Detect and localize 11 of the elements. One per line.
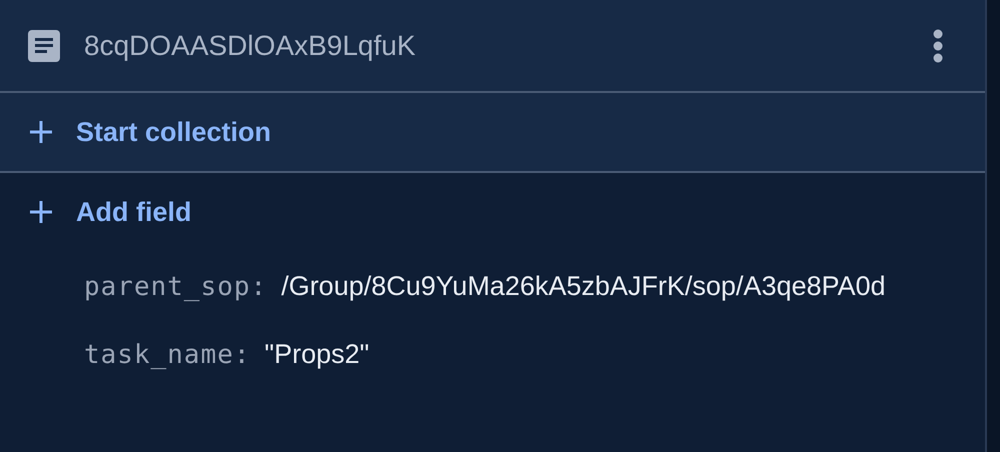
document-title: 8cqDOAASDlOAxB9LqfuK <box>84 30 416 62</box>
field-value: "Props2" <box>264 339 370 370</box>
document-icon <box>28 30 60 62</box>
more-options-icon[interactable] <box>933 28 943 62</box>
start-collection-button[interactable]: Start collection <box>0 110 280 154</box>
plus-icon <box>30 201 52 223</box>
field-key: parent_sop: <box>84 272 268 302</box>
field-key: task_name: <box>84 340 251 370</box>
field-value: /Group/8Cu9YuMa26kA5zbAJFrK/sop/A3qe8PA0d <box>281 271 886 302</box>
plus-icon <box>30 121 52 143</box>
add-field-button[interactable]: Add field <box>0 190 200 234</box>
